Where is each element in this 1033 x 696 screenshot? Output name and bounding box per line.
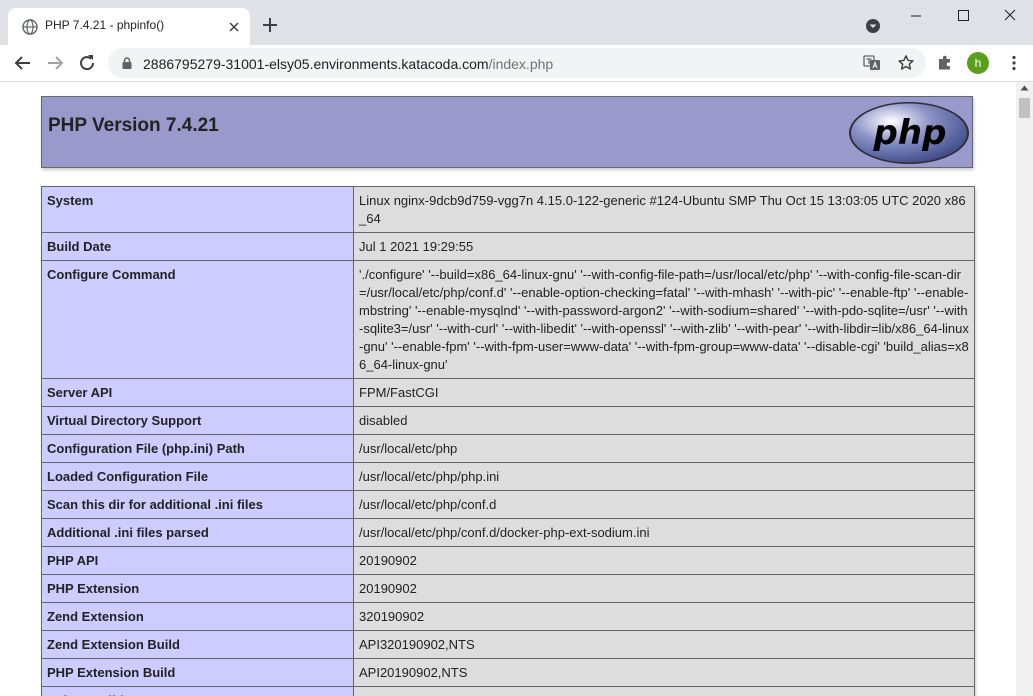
globe-icon (22, 19, 38, 35)
php-info-table-body: System Linux nginx-9dcb9d759-vgg7n 4.15.0… (41, 186, 975, 696)
row-value: /usr/local/etc/php/conf.d/docker-php-ext… (353, 518, 975, 547)
new-tab-icon[interactable] (260, 15, 280, 35)
minimize-icon[interactable] (898, 4, 934, 28)
row-value: 20190902 (353, 574, 975, 603)
table-row: Scan this dir for additional .ini files /… (41, 490, 975, 519)
row-value: /usr/local/etc/php (353, 434, 975, 463)
table-row: PHP Extension 20190902 (41, 574, 975, 603)
tab-search-icon[interactable] (864, 17, 882, 35)
tab-close-icon[interactable] (226, 19, 242, 35)
forward-arrow-icon[interactable] (43, 51, 67, 75)
row-value: FPM/FastCGI (353, 378, 975, 407)
table-row: System Linux nginx-9dcb9d759-vgg7n 4.15.0… (41, 186, 975, 233)
row-label: Build Date (41, 232, 354, 261)
page-scrollbar[interactable] (1016, 82, 1033, 696)
row-label: Debug Build (41, 686, 354, 696)
row-label: Configure Command (41, 260, 354, 379)
row-value: Jul 1 2021 19:29:55 (353, 232, 975, 261)
row-value: './configure' '--build=x86_64-linux-gnu'… (353, 260, 975, 379)
url-host: 2886795279-31001-elsy05.environments.kat… (143, 56, 489, 72)
lock-icon[interactable] (120, 56, 134, 70)
table-row: Configuration File (php.ini) Path/usr/lo… (41, 434, 975, 463)
page-viewport[interactable]: PHP Version 7.4.21 php System Linux nginx… (0, 82, 1016, 696)
row-label: Virtual Directory Support (41, 406, 354, 435)
tab-title: PHP 7.4.21 - phpinfo() (45, 18, 165, 32)
table-row: Configure Command './configure' '--build=… (41, 260, 975, 379)
scrollbar-thumb[interactable] (1019, 98, 1030, 118)
row-value: API320190902,NTS (353, 630, 975, 659)
table-row: Zend Extension Build API320190902,NTS (41, 630, 975, 659)
url-path: /index.php (488, 56, 554, 72)
table-row: PHP Extension Build API20190902,NTS (41, 658, 975, 687)
row-value: /usr/local/etc/php/conf.d (353, 490, 975, 519)
row-label: Zend Extension (41, 602, 354, 631)
row-value: Linux nginx-9dcb9d759-vgg7n 4.15.0-122-g… (353, 186, 975, 233)
php-info-table: System Linux nginx-9dcb9d759-vgg7n 4.15.0… (41, 186, 975, 696)
php-logo-text: php (873, 113, 947, 153)
page-title: PHP Version 7.4.21 (48, 115, 219, 136)
profile-avatar[interactable]: h (967, 52, 989, 74)
table-row: Loaded Configuration File/usr/local/etc/… (41, 462, 975, 491)
row-label: PHP API (41, 546, 354, 575)
extensions-puzzle-icon[interactable] (935, 53, 955, 73)
row-value: disabled (353, 406, 975, 435)
table-row: Additional .ini files parsed/usr/local/e… (41, 518, 975, 547)
row-value: 20190902 (353, 546, 975, 575)
url-text[interactable]: 2886795279-31001-elsy05.environments.kat… (143, 56, 553, 72)
row-value: API20190902,NTS (353, 658, 975, 687)
browser-toolbar: 2886795279-31001-elsy05.environments.kat… (0, 45, 1033, 82)
php-logo: php (849, 102, 969, 164)
maximize-icon[interactable] (945, 4, 981, 28)
bookmark-star-icon[interactable] (897, 54, 915, 72)
table-row: Virtual Directory Support disabled (41, 406, 975, 435)
reload-icon[interactable] (75, 51, 99, 75)
php-version-header: PHP Version 7.4.21 php (41, 96, 973, 168)
row-label: Additional .ini files parsed (41, 518, 354, 547)
scroll-up-arrow-icon[interactable] (1020, 85, 1029, 91)
table-row: Debug Buildno (41, 686, 975, 696)
row-label: System (41, 186, 354, 233)
row-label: Scan this dir for additional .ini files (41, 490, 354, 519)
window-close-icon[interactable] (992, 4, 1028, 28)
back-arrow-icon[interactable] (11, 51, 35, 75)
table-row: Server API FPM/FastCGI (41, 378, 975, 407)
row-label: PHP Extension (41, 574, 354, 603)
row-label: Loaded Configuration File (41, 462, 354, 491)
row-label: Configuration File (php.ini) Path (41, 434, 354, 463)
browser-tab[interactable]: PHP 7.4.21 - phpinfo() (8, 8, 250, 45)
row-label: Zend Extension Build (41, 630, 354, 659)
row-label: Server API (41, 378, 354, 407)
more-menu-icon[interactable] (1004, 53, 1024, 73)
row-value: 320190902 (353, 602, 975, 631)
row-label: PHP Extension Build (41, 658, 354, 687)
row-value: no (353, 686, 975, 696)
tab-strip: PHP 7.4.21 - phpinfo() (0, 0, 1033, 45)
table-row: PHP API 20190902 (41, 546, 975, 575)
table-row: Zend Extension 320190902 (41, 602, 975, 631)
table-row: Build Date Jul 1 2021 19:29:55 (41, 232, 975, 261)
row-value: /usr/local/etc/php/php.ini (353, 462, 975, 491)
address-bar[interactable]: 2886795279-31001-elsy05.environments.kat… (108, 48, 926, 78)
translate-icon[interactable] (863, 54, 881, 72)
